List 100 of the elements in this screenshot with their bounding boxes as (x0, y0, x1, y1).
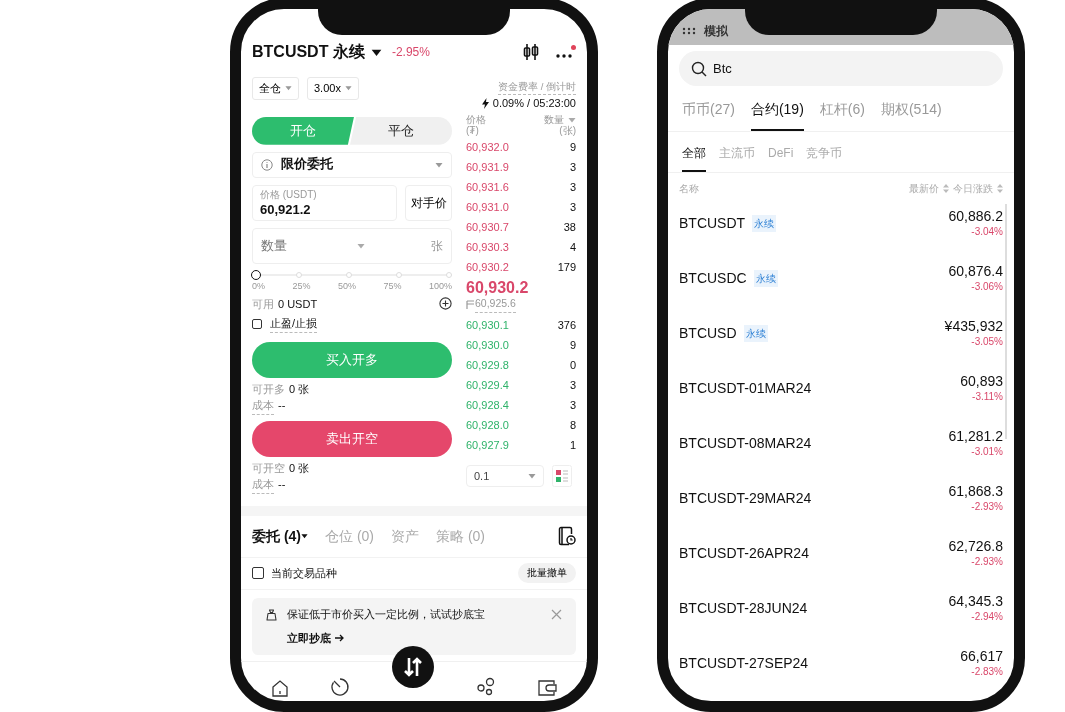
ask-price: 60,930.7 (466, 219, 509, 235)
contract-name[interactable]: BTCUSDT-26APR24 (679, 543, 809, 564)
bid-quantity: 9 (569, 337, 576, 353)
banner-text: 保证低于市价买入一定比例，试试抄底宝 (287, 606, 486, 622)
contract-name[interactable]: BTCUSD (679, 323, 737, 344)
contract-name[interactable]: BTCUSDT-01MAR24 (679, 378, 812, 399)
caret-icon (528, 472, 536, 481)
contract-name[interactable]: BTCUSDT (679, 213, 746, 234)
slider-thumb[interactable] (251, 269, 261, 280)
caret-icon (285, 84, 292, 93)
bid-quantity: 8 (569, 417, 576, 433)
contract-price: 60,893 (960, 372, 1003, 390)
contract-price: 62,726.8 (948, 537, 1003, 555)
max-value: 0 张 (289, 460, 310, 476)
filter-label: 当前交易品种 (271, 565, 338, 581)
price-field-label: 价格 (USDT) (260, 188, 318, 200)
leverage-dropdown[interactable]: 3.00x (307, 77, 359, 100)
order-type-dropdown[interactable]: 限价委托 (252, 151, 452, 178)
available-value: 0 USDT (278, 296, 318, 312)
slider-tick-label: 100% (428, 281, 452, 292)
mark-price: 60,925.6 (475, 296, 516, 314)
cost-label: 成本 (252, 397, 274, 415)
slider-tick-label: 25% (292, 281, 311, 292)
cancel-all-button[interactable]: 批量撤单 (518, 563, 576, 584)
max-value: 0 张 (289, 381, 310, 397)
column-header: 价格 (466, 113, 486, 126)
search-field[interactable]: Btc (679, 51, 1003, 86)
more-icon[interactable] (555, 44, 576, 60)
contract-change: -2.94% (970, 610, 1003, 625)
buy-the-dip-link[interactable]: 立即抄底 (287, 630, 344, 647)
sell-button[interactable]: 卖出开空 (252, 420, 452, 457)
market-tab[interactable]: 合约(19) (750, 99, 804, 131)
column-header: 数量 (544, 113, 564, 125)
bid-quantity: 376 (557, 317, 576, 333)
info-icon (261, 158, 273, 171)
contract-change: -3.06% (970, 280, 1003, 295)
funding-label: 资金费率 / 倒计时 (498, 80, 576, 96)
bid-quantity: 3 (569, 377, 576, 393)
bid-quantity: 1 (569, 437, 576, 453)
cost-value: -- (278, 398, 286, 414)
margin-mode-dropdown[interactable]: 全仓 (252, 77, 299, 100)
bubbles-icon[interactable] (475, 677, 496, 698)
candlestick-icon[interactable] (523, 43, 539, 61)
swap-icon[interactable] (391, 645, 435, 690)
book-layout-icon[interactable] (552, 465, 572, 488)
last-price: 60,930.2 (466, 278, 530, 297)
contract-price: ¥435,932 (944, 317, 1003, 335)
caret-icon (301, 532, 308, 541)
close-icon[interactable] (551, 608, 562, 620)
contract-change: -2.93% (970, 500, 1003, 515)
plus-circle-icon[interactable] (439, 297, 452, 311)
ask-quantity: 9 (569, 139, 576, 155)
bid-price: 60,928.4 (466, 397, 509, 413)
contract-name[interactable]: BTCUSDT-29MAR24 (679, 488, 812, 509)
slider-tick-label: 50% (337, 281, 356, 292)
order-tab[interactable]: 委托 (4) (252, 525, 308, 547)
ask-quantity: 3 (569, 199, 576, 215)
contract-tag: 永续 (753, 270, 778, 287)
history-icon[interactable] (558, 526, 576, 547)
lightning-icon (481, 98, 489, 109)
ask-price: 60,932.0 (466, 139, 509, 155)
ask-price: 60,930.2 (466, 259, 509, 275)
contract-name[interactable]: BTCUSDT-08MAR24 (679, 433, 812, 454)
ask-quantity: 4 (569, 239, 576, 255)
contract-name[interactable]: BTCUSDT-27SEP24 (679, 653, 809, 674)
contract-name[interactable]: BTCUSDC (679, 268, 747, 289)
caret-icon (344, 84, 352, 93)
bid-price: 60,929.4 (466, 377, 509, 393)
contract-change: -3.04% (970, 225, 1003, 240)
status-text: 模拟 (704, 23, 728, 40)
contract-price: 60,886.2 (948, 207, 1003, 225)
bid-price: 60,929.8 (466, 357, 509, 373)
bid-price: 60,930.0 (466, 337, 509, 353)
search-icon (691, 60, 707, 77)
cost-label: 成本 (252, 476, 274, 494)
contract-tag: 永续 (743, 325, 768, 342)
caret-icon (435, 160, 443, 169)
wallet-icon[interactable] (536, 679, 557, 698)
contract-name[interactable]: BTCUSDT-28JUN24 (679, 598, 808, 619)
depth-dropdown[interactable]: 0.1 (466, 465, 544, 488)
ask-price: 60,930.3 (466, 239, 509, 255)
checkbox[interactable] (252, 318, 262, 329)
search-input[interactable]: Btc (713, 58, 913, 79)
ask-quantity: 38 (563, 219, 576, 235)
home-icon[interactable] (271, 679, 290, 698)
column-unit: (张) (558, 125, 576, 137)
price-change: -2.95% (391, 44, 430, 61)
counterparty-price-button[interactable]: 对手价 (405, 184, 452, 221)
slider-tick-label: 0% (252, 281, 265, 292)
checkbox[interactable] (252, 567, 264, 580)
category-tab[interactable]: 全部 (682, 144, 706, 172)
bid-price: 60,930.1 (466, 317, 509, 333)
price-field[interactable]: 价格 (USDT) 60,921.2 (252, 184, 397, 221)
bid-price: 60,927.9 (466, 437, 509, 453)
order-type-text: 限价委托 (281, 155, 334, 174)
contract-price: 66,617 (960, 647, 1003, 665)
grid-dots-icon (682, 27, 696, 35)
side-tab[interactable]: 平仓 (350, 116, 452, 145)
market-symbol[interactable]: BTCUSDT 永续 (252, 40, 365, 64)
compass-icon[interactable] (330, 677, 351, 698)
